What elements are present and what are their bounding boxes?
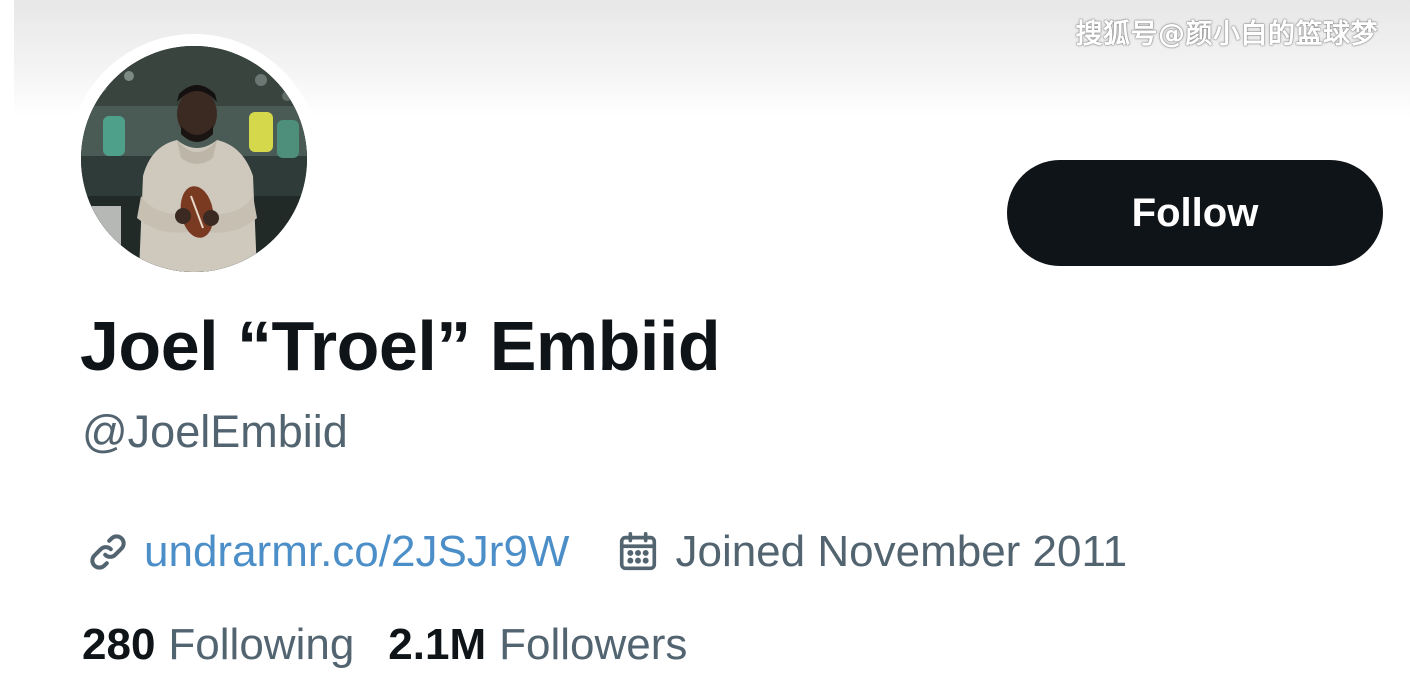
- joined-text: Joined November 2011: [675, 527, 1128, 576]
- following-count: 280: [82, 620, 156, 669]
- followers-stat[interactable]: 2.1M Followers: [388, 620, 687, 670]
- website-link[interactable]: undrarmr.co/2JSJr9W: [144, 527, 569, 577]
- avatar-photo: [81, 46, 307, 272]
- followers-label: Followers: [499, 620, 688, 669]
- followers-count: 2.1M: [388, 620, 487, 669]
- follow-stats: 280 Following 2.1M Followers: [82, 620, 687, 670]
- following-label: Following: [168, 620, 355, 669]
- link-icon: [84, 528, 132, 576]
- handle: @JoelEmbiid: [82, 406, 348, 457]
- avatar[interactable]: [81, 46, 307, 272]
- joined-date: Joined November 2011: [615, 527, 1127, 577]
- profile-meta-row: undrarmr.co/2JSJr9W Joined November 2011: [84, 522, 1127, 582]
- following-stat[interactable]: 280 Following: [82, 620, 354, 670]
- profile-header: 搜狐号@颜小白的篮球梦 Follow Joel “Troel” Embiid @…: [0, 0, 1410, 700]
- display-name: Joel “Troel” Embiid: [80, 307, 721, 385]
- calendar-icon: [615, 529, 661, 575]
- follow-button[interactable]: Follow: [1007, 160, 1383, 266]
- watermark: 搜狐号@颜小白的篮球梦: [1075, 19, 1378, 50]
